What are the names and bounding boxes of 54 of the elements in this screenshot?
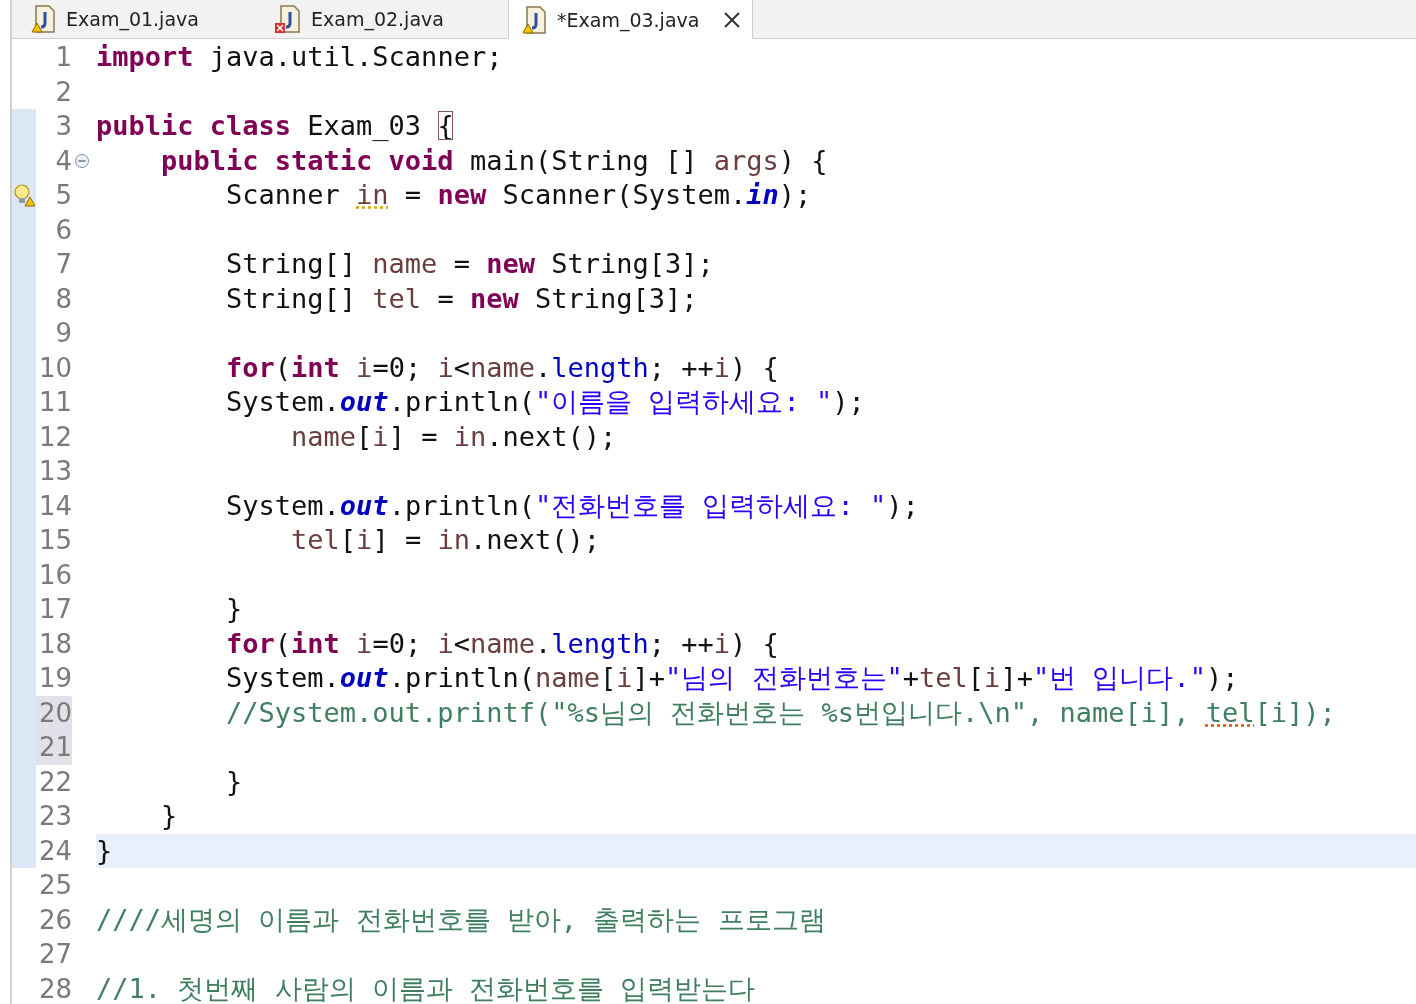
line-number: 16 bbox=[37, 558, 72, 592]
code-line: public class Exam_03 { bbox=[96, 109, 454, 144]
line-number: 4 bbox=[54, 144, 72, 178]
line-number: 1 bbox=[54, 41, 72, 74]
line-number: 2 bbox=[54, 75, 72, 109]
line-number: 5 bbox=[54, 179, 72, 212]
code-line: import java.util.Scanner; bbox=[96, 40, 503, 75]
code-line: System.out.println(name[i]+"님의 전화번호는"+tel[i]+"번 입니다."); bbox=[225, 661, 1239, 696]
line-number: 20 bbox=[36, 695, 72, 730]
line-number: 15 bbox=[37, 524, 72, 557]
code-line: Scanner in = new Scanner(System.in); bbox=[225, 178, 812, 213]
line-number: 21 bbox=[36, 730, 72, 765]
code-line: public static void main(String [] args) { bbox=[160, 143, 828, 178]
code-line: } bbox=[96, 833, 113, 868]
code-line: for(int i=0; i<name.length; ++i) { bbox=[225, 350, 779, 385]
line-number: 12 bbox=[37, 420, 72, 454]
code-line: //System.out.printf("%s님의 전화번호는 %s번입니다.\n", name[i], tel[i]); bbox=[225, 695, 1336, 730]
line-number: 10 bbox=[37, 351, 72, 385]
code-line: String[] name = new String[3]; bbox=[225, 247, 714, 282]
line-number: 3 bbox=[54, 110, 72, 143]
code-line: //1. 첫번째 사람의 이름과 전화번호를 입력받는다 bbox=[96, 971, 756, 1004]
line-number: 23 bbox=[37, 800, 72, 833]
line-number: 19 bbox=[37, 662, 72, 695]
code-line: name[i] = in.next(); bbox=[290, 419, 617, 454]
collapse-icon[interactable] bbox=[74, 152, 90, 169]
code-line: String[] tel = new String[3]; bbox=[225, 281, 698, 316]
editor-tab[interactable]: Exam_02.java bbox=[263, 0, 508, 38]
line-number: 27 bbox=[37, 938, 72, 971]
editor-tab[interactable]: Exam_01.java bbox=[18, 0, 263, 38]
line-number: 13 bbox=[37, 455, 72, 488]
line-number: 9 bbox=[54, 317, 72, 350]
line-number: 7 bbox=[54, 248, 72, 281]
line-number: 14 bbox=[37, 489, 72, 523]
line-number: 18 bbox=[37, 627, 72, 661]
line-number: 26 bbox=[37, 903, 72, 937]
code-line: } bbox=[225, 592, 243, 627]
line-number: 6 bbox=[54, 213, 72, 247]
line-number: 25 bbox=[37, 869, 72, 902]
lightbulb-warning-icon[interactable] bbox=[13, 183, 35, 208]
close-icon[interactable] bbox=[722, 9, 742, 30]
line-number: 24 bbox=[37, 834, 72, 868]
code-line: } bbox=[160, 799, 178, 834]
code-line: tel[i] = in.next(); bbox=[290, 523, 600, 558]
code-line: for(int i=0; i<name.length; ++i) { bbox=[225, 626, 779, 661]
line-number: 8 bbox=[54, 282, 72, 316]
code-line: System.out.println("전화번호를 입력하세요: "); bbox=[225, 488, 919, 523]
line-number: 17 bbox=[37, 593, 72, 626]
line-number: 11 bbox=[37, 386, 72, 419]
line-number: 28 bbox=[37, 972, 72, 1004]
editor-tab[interactable]: *Exam_03.java bbox=[508, 0, 753, 39]
line-number: 22 bbox=[37, 765, 72, 799]
code-line: System.out.println("이름을 입력하세요: "); bbox=[225, 385, 865, 420]
code-line: } bbox=[225, 764, 243, 799]
code-line: ////세명의 이름과 전화번호를 받아, 출력하는 프로그램 bbox=[96, 902, 826, 937]
